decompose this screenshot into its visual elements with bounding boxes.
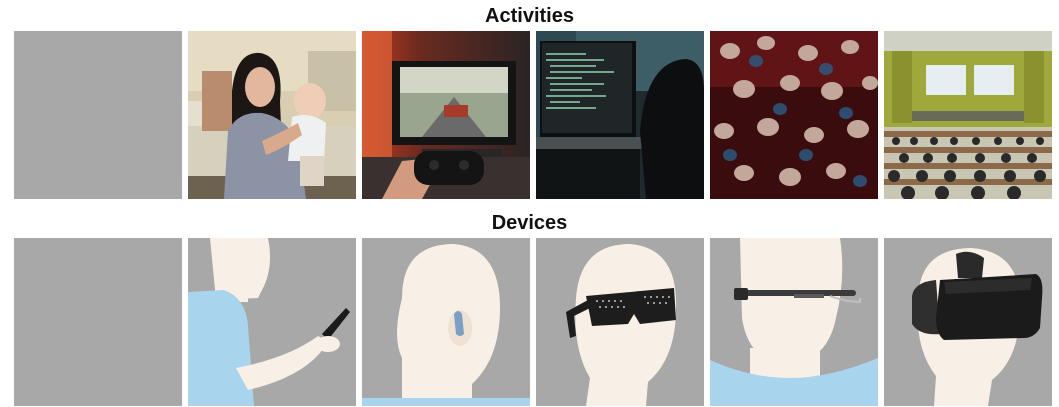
- hearing-aid-image: [362, 238, 530, 406]
- activity-tile-lecture-hall: [884, 31, 1052, 199]
- holding-baby-image: [188, 31, 356, 199]
- device-tile-blank: [14, 238, 182, 406]
- activity-tile-crowd-party: [710, 31, 878, 199]
- device-tile-vr-headset: [884, 238, 1052, 406]
- device-tile-led-glasses: [536, 238, 704, 406]
- device-tile-smart-glasses: [710, 238, 878, 406]
- activity-tile-holding-baby: [188, 31, 356, 199]
- activity-tile-blank: [14, 31, 182, 199]
- activities-title: Activities: [485, 5, 574, 27]
- activity-tile-programming-laptop: [536, 31, 704, 199]
- device-tile-smartphone: [188, 238, 356, 406]
- devices-row: [14, 238, 1054, 406]
- devices-title: Devices: [491, 212, 568, 234]
- blank-placeholder-image: [14, 238, 182, 406]
- activity-tile-video-gaming: [362, 31, 530, 199]
- device-tile-hearing-aid: [362, 238, 530, 406]
- programming-laptop-image: [536, 31, 704, 199]
- crowd-party-image: [710, 31, 878, 199]
- lecture-hall-image: [884, 31, 1052, 199]
- blank-placeholder-image: [14, 31, 182, 199]
- smart-glasses-image: [710, 238, 878, 406]
- activities-row: [14, 31, 1054, 199]
- vr-headset-image: [884, 238, 1052, 406]
- led-glasses-image: [536, 238, 704, 406]
- smartphone-user-image: [188, 238, 356, 406]
- video-gaming-image: [362, 31, 530, 199]
